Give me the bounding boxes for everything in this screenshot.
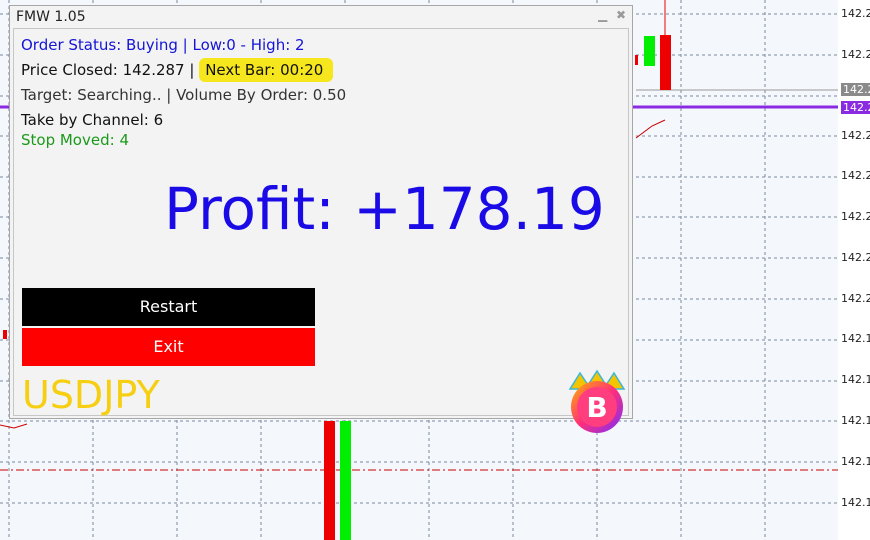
minimize-icon[interactable]: ▁	[598, 8, 607, 22]
order-status-text: Order Status: Buying | Low:0 - High: 2	[21, 36, 305, 54]
profit-value: Profit: +178.19	[164, 175, 605, 243]
price-tick-label: 142.1	[841, 332, 870, 345]
candle-bull	[340, 421, 351, 540]
restart-button[interactable]: Restart	[22, 288, 315, 326]
price-tick-label: 142.2	[841, 251, 870, 264]
price-tick-label: 142.2	[841, 48, 870, 61]
bid-price-tag: 142.2	[841, 101, 870, 114]
price-tick-label: 142.2	[841, 292, 870, 305]
candle-bear	[3, 330, 7, 339]
stop-moved-text: Stop Moved: 4	[21, 131, 129, 149]
price-closed-text: Price Closed: 142.287 |	[21, 61, 195, 79]
candle-bear	[635, 55, 638, 65]
bitcoin-crown-icon: B	[568, 369, 626, 433]
panel-titlebar[interactable]: FMW 1.05 ▁ ✖	[10, 6, 632, 28]
candle-bear	[660, 35, 671, 90]
take-by-channel-text: Take by Channel: 6	[21, 111, 164, 129]
price-tick-label: 142.1	[841, 414, 870, 427]
next-bar-text: Next Bar: 00:20	[199, 58, 334, 82]
candle-bear	[324, 421, 335, 540]
price-tick-label: 142.1	[841, 496, 870, 509]
indicator-line	[0, 423, 28, 429]
symbol-label: USDJPY	[22, 373, 160, 417]
price-tick-label: 142.2	[841, 169, 870, 182]
logo-glyph: B	[586, 391, 607, 424]
price-closed-line: Price Closed: 142.287 | Next Bar: 00:20	[21, 58, 334, 82]
target-text: Target: Searching.. | Volume By Order: 0…	[21, 86, 347, 104]
close-icon[interactable]: ✖	[616, 8, 626, 22]
exit-button[interactable]: Exit	[22, 328, 315, 366]
price-tick-label: 142.1	[841, 455, 870, 468]
candle-bull	[644, 36, 655, 66]
price-tick-label: 142.1	[841, 373, 870, 386]
panel-body: Order Status: Buying | Low:0 - High: 2 P…	[13, 28, 629, 433]
price-tick-label: 142.2	[841, 7, 870, 20]
price-tick-label: 142.2	[841, 129, 870, 142]
price-tick-label: 142.2	[841, 210, 870, 223]
indicator-line	[635, 119, 666, 139]
panel-title: FMW 1.05	[16, 9, 86, 25]
ea-panel: FMW 1.05 ▁ ✖ Order Status: Buying | Low:…	[9, 5, 633, 433]
current-price-tag: 142.2	[841, 83, 870, 96]
